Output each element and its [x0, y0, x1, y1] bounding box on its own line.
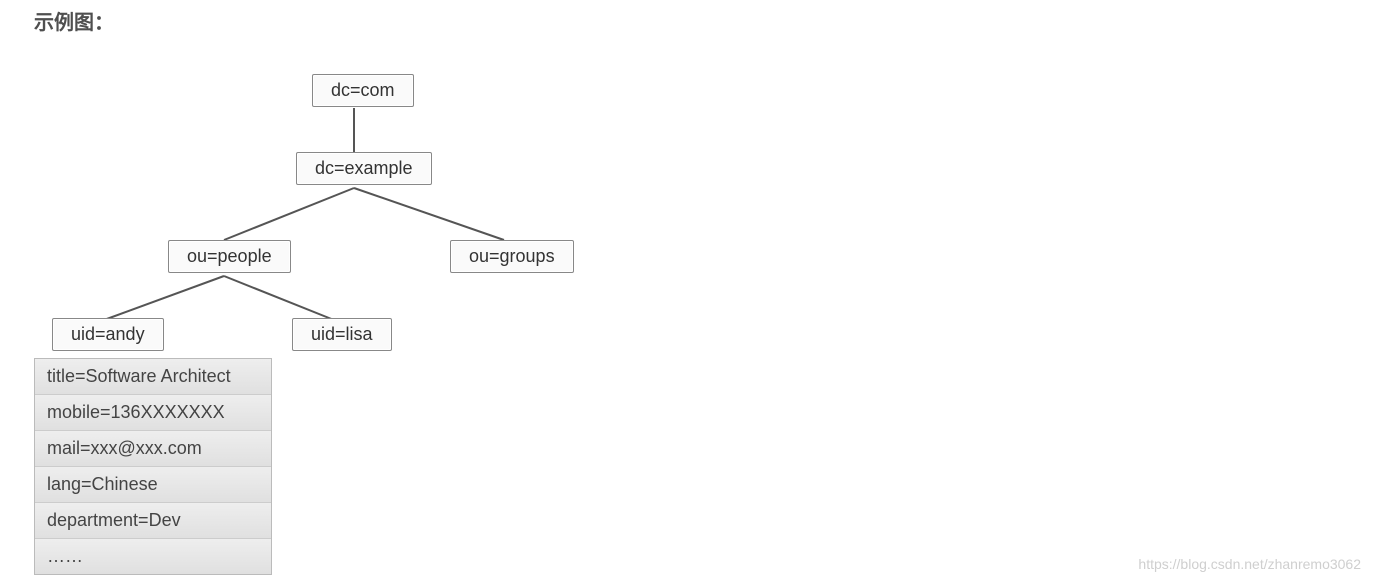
entry-attribute-row: title=Software Architect — [35, 359, 271, 395]
entry-attribute-row: …… — [35, 539, 271, 574]
tree-node-ou-groups: ou=groups — [450, 240, 574, 273]
entry-attribute-row: lang=Chinese — [35, 467, 271, 503]
entry-attribute-row: mail=xxx@xxx.com — [35, 431, 271, 467]
entry-attribute-panel: title=Software Architect mobile=136XXXXX… — [34, 358, 272, 575]
entry-attribute-row: department=Dev — [35, 503, 271, 539]
tree-node-uid-andy: uid=andy — [52, 318, 164, 351]
tree-node-dc-com: dc=com — [312, 74, 414, 107]
ldap-tree-diagram: dc=com dc=example ou=people ou=groups ui… — [34, 60, 654, 578]
tree-node-ou-people: ou=people — [168, 240, 291, 273]
source-watermark: https://blog.csdn.net/zhanremo3062 — [1138, 556, 1361, 572]
tree-node-dc-example: dc=example — [296, 152, 432, 185]
section-heading: 示例图： — [34, 6, 114, 35]
entry-attribute-row: mobile=136XXXXXXX — [35, 395, 271, 431]
tree-node-uid-lisa: uid=lisa — [292, 318, 392, 351]
